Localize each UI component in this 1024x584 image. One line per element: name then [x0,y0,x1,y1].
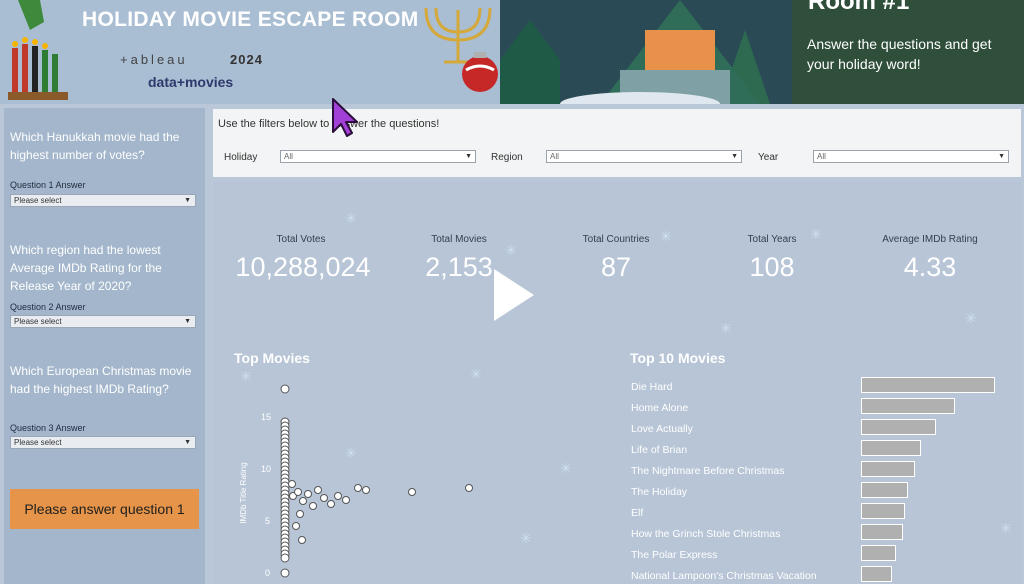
top-movie-label: The Holiday [631,486,688,498]
room-instructions: Answer the questions and get your holida… [807,36,992,72]
scatter-point [309,502,317,510]
tableau-logo: +ableau [120,52,188,67]
scatter-point [298,536,306,544]
kinara-icon [8,37,68,100]
scatter-point [294,488,302,496]
question-3-select[interactable]: Please select ▼ [10,436,196,449]
top-movie-label: Die Hard [631,381,673,393]
year-filter-select[interactable]: All ▼ [813,150,1009,163]
scatter-point [304,490,312,498]
kpi-total-years-label: Total Years [747,234,797,245]
scatter-tick: 5 [265,516,270,526]
top-movie-bar[interactable] [861,419,936,435]
scatter-point [362,486,370,494]
top-movie-label: How the Grinch Stole Christmas [631,528,781,540]
dropdown-arrow-icon: ▼ [998,153,1005,160]
dropdown-arrow-icon: ▼ [465,153,472,160]
top-movie-label: The Polar Express [631,549,718,561]
play-icon[interactable] [490,265,538,325]
scatter-point [327,500,335,508]
top-movie-label: The Nightmare Before Christmas [631,465,785,477]
question-3-text: Which European Christmas movie had the h… [10,364,192,396]
ornament-icon [462,52,498,92]
kpi-total-years-value: 108 [749,252,795,282]
snowflake-icon: ✳ [520,530,532,546]
top-movie-bar[interactable] [861,377,995,393]
top-movie-bar[interactable] [861,440,921,456]
room-title: Room #1 [808,0,910,15]
snowflake-icon: ✳ [560,460,572,476]
dropdown-arrow-icon: ▼ [184,197,191,204]
mouse-cursor-icon [332,98,358,137]
scatter-point [280,568,290,578]
scatter-tick: 10 [261,464,271,474]
top-movies-title: Top Movies [234,350,310,366]
question-1-select[interactable]: Please select ▼ [10,194,196,207]
scatter-point [292,522,300,530]
top-movie-bar[interactable] [861,545,896,561]
scatter-point [280,384,290,394]
scatter-point [280,553,290,563]
scatter-point [320,494,328,502]
question-2-select[interactable]: Please select ▼ [10,315,196,328]
kpi-total-votes-value: 10,288,024 [235,252,371,282]
year-label: 2024 [230,52,263,67]
scatter-point [296,510,304,518]
dropdown-arrow-icon: ▼ [184,318,191,325]
region-filter-select[interactable]: All ▼ [546,150,742,163]
top-movie-label: Life of Brian [631,444,688,456]
holiday-filter-label: Holiday [224,152,258,163]
filter-instructions: Use the filters below to answer the ques… [218,118,440,130]
snowflake-icon: ✳ [1000,520,1012,536]
kpi-avg-rating-label: Average IMDb Rating [882,234,978,245]
year-filter-label: Year [758,152,779,163]
kpi-total-countries-value: 87 [600,252,632,282]
question-3-label: Question 3 Answer [10,423,86,433]
question-2-text: Which region had the lowest Average IMDb… [10,243,162,293]
top-movie-bar[interactable] [861,524,903,540]
scatter-point [354,484,362,492]
holly-leaf-icon [18,0,44,30]
holiday-filter-select[interactable]: All ▼ [280,150,476,163]
answer-status-button[interactable]: Please answer question 1 [10,489,199,529]
dropdown-arrow-icon: ▼ [184,439,191,446]
data-movies-logo: data+movies [148,74,234,90]
scatter-tick: 0 [265,568,270,578]
top-movie-bar[interactable] [861,503,905,519]
region-filter-label: Region [491,152,523,163]
top-movie-bar[interactable] [861,461,915,477]
kpi-avg-rating-value: 4.33 [903,252,957,282]
snowflake-icon: ✳ [965,310,977,326]
kpi-total-movies-label: Total Movies [431,234,487,245]
scatter-point [314,486,322,494]
top-movie-label: National Lampoon's Christmas Vacation [631,570,817,582]
cabin-scene-icon [500,0,792,104]
scatter-point [408,488,416,496]
top-movie-bar[interactable] [861,566,892,582]
question-1-text: Which Hanukkah movie had the highest num… [10,130,180,162]
top-movies-scatter: IMDb Title Rating 15 10 5 0 [239,384,473,578]
page-title: HOLIDAY MOVIE ESCAPE ROOM [82,8,419,31]
scatter-point [465,484,473,492]
scatter-tick: 15 [261,412,271,422]
scatter-point [342,496,350,504]
top-10-movies-title: Top 10 Movies [630,350,726,366]
top-movie-label: Love Actually [631,423,693,435]
snowflake-icon: ✳ [345,210,357,226]
question-2-label: Question 2 Answer [10,302,86,312]
top-movie-label: Elf [631,507,644,519]
top-movie-bar[interactable] [861,482,908,498]
scatter-ylabel: IMDb Title Rating [239,462,248,523]
scatter-point [288,480,296,488]
kpi-total-countries-label: Total Countries [582,234,650,245]
snowflake-icon: ✳ [720,320,732,336]
dropdown-arrow-icon: ▼ [731,153,738,160]
question-1-label: Question 1 Answer [10,180,86,190]
kpi-total-votes-label: Total Votes [276,234,326,245]
top-movie-bar[interactable] [861,398,955,414]
scatter-point [334,492,342,500]
top-movie-label: Home Alone [631,402,689,414]
scatter-point [299,497,307,505]
